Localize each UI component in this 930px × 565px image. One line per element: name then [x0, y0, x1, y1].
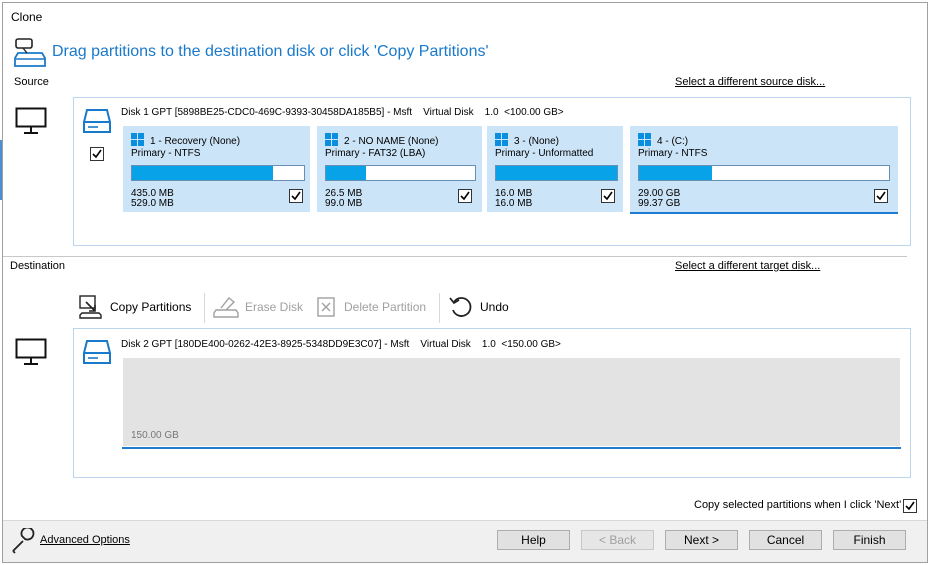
- usage-fill: [496, 166, 617, 180]
- monitor-icon: [15, 338, 47, 365]
- usage-fill: [639, 166, 712, 180]
- wrench-icon: [12, 528, 35, 554]
- source-disk-checkbox[interactable]: [90, 147, 104, 161]
- checkbox-check-icon: [92, 149, 102, 159]
- undo-icon: [449, 297, 472, 317]
- partition-type: Primary - FAT32 (LBA): [325, 148, 426, 159]
- select-target-disk-link[interactable]: Select a different target disk...: [675, 260, 820, 272]
- checkbox-check-icon: [603, 191, 613, 201]
- partition-tile[interactable]: 3 - (None) Primary - Unformatted 16.0 MB…: [487, 126, 623, 212]
- undo-label: Undo: [480, 300, 509, 314]
- delete-partition-icon: [317, 297, 335, 317]
- cancel-button[interactable]: Cancel: [749, 530, 822, 550]
- disk-icon: [83, 340, 111, 364]
- checkbox-check-icon: [291, 191, 301, 201]
- finish-button[interactable]: Finish: [833, 530, 906, 550]
- checkbox-check-icon: [460, 191, 470, 201]
- windows-logo-icon: [131, 133, 144, 146]
- partition-usage-bar: [325, 165, 476, 181]
- next-button[interactable]: Next >: [665, 530, 738, 550]
- usage-fill: [326, 166, 367, 180]
- windows-logo-icon: [495, 133, 508, 146]
- partition-checkbox[interactable]: [458, 189, 472, 203]
- unallocated-space-drop-area[interactable]: 150.00 GB: [123, 358, 900, 446]
- delete-partition-button[interactable]: Delete Partition: [316, 296, 426, 318]
- instruction-text: Drag partitions to the destination disk …: [52, 43, 489, 60]
- windows-logo-icon: [638, 133, 651, 146]
- copy-partitions-button[interactable]: Copy Partitions: [78, 294, 191, 320]
- toolbar-separator: [439, 293, 440, 323]
- partition-usage-bar: [131, 165, 305, 181]
- copy-partitions-icon: [79, 295, 102, 319]
- source-label: Source: [14, 76, 49, 88]
- partition-type: Primary - Unformatted: [495, 148, 594, 159]
- toolbar-separator: [204, 293, 205, 323]
- copy-partitions-label: Copy Partitions: [110, 300, 192, 314]
- partition-name: 4 - (C:): [657, 136, 689, 147]
- erase-disk-label: Erase Disk: [245, 300, 304, 314]
- partition-name: 3 - (None): [514, 136, 560, 147]
- partition-usage-bar: [495, 165, 618, 181]
- partition-checkbox[interactable]: [601, 189, 615, 203]
- select-source-disk-link[interactable]: Select a different source disk...: [675, 76, 825, 88]
- partition-checkbox[interactable]: [289, 189, 303, 203]
- destination-label: Destination: [10, 260, 66, 272]
- checkbox-check-icon: [876, 191, 886, 201]
- partition-total: 529.0 MB: [131, 198, 174, 209]
- unallocated-size: 150.00 GB: [131, 430, 179, 441]
- copy-on-next-label: Copy selected partitions when I click 'N…: [694, 499, 902, 511]
- source-disk-info: Disk 1 GPT [5898BE25-CDC0-469C-9393-3045…: [121, 107, 564, 118]
- partition-total: 99.37 GB: [638, 198, 681, 209]
- partition-tile-selected[interactable]: 4 - (C:) Primary - NTFS 29.00 GB 99.37 G…: [630, 126, 898, 214]
- window-title: Clone: [11, 10, 43, 24]
- windows-logo-icon: [325, 133, 338, 146]
- partition-type: Primary - NTFS: [131, 148, 201, 159]
- checkbox-check-icon: [905, 501, 915, 511]
- usage-fill: [132, 166, 274, 180]
- delete-partition-label: Delete Partition: [344, 300, 427, 314]
- partition-tile[interactable]: 1 - Recovery (None) Primary - NTFS 435.0…: [123, 126, 310, 212]
- destination-disk-info: Disk 2 GPT [180DE400-0262-42E3-8925-5348…: [121, 339, 561, 350]
- clone-disk-icon: [14, 38, 46, 67]
- monitor-icon: [15, 107, 47, 134]
- partition-total: 16.0 MB: [495, 198, 533, 209]
- partition-tile[interactable]: 2 - NO NAME (None) Primary - FAT32 (LBA)…: [317, 126, 482, 212]
- erase-disk-icon: [213, 297, 239, 318]
- back-button[interactable]: < Back: [581, 530, 654, 550]
- partition-type: Primary - NTFS: [638, 148, 708, 159]
- section-divider: [3, 256, 907, 257]
- disk-icon: [83, 109, 111, 133]
- destination-selection-line: [122, 447, 901, 449]
- advanced-options-link[interactable]: Advanced Options: [40, 534, 130, 546]
- erase-disk-button[interactable]: Erase Disk: [213, 296, 303, 318]
- copy-on-next-checkbox[interactable]: [903, 499, 917, 513]
- help-button[interactable]: Help: [497, 530, 570, 550]
- partition-checkbox[interactable]: [874, 189, 888, 203]
- partition-name: 2 - NO NAME (None): [344, 136, 439, 147]
- partition-usage-bar: [638, 165, 890, 181]
- partition-total: 99.0 MB: [325, 198, 363, 209]
- partition-name: 1 - Recovery (None): [150, 136, 241, 147]
- undo-button[interactable]: Undo: [448, 294, 509, 320]
